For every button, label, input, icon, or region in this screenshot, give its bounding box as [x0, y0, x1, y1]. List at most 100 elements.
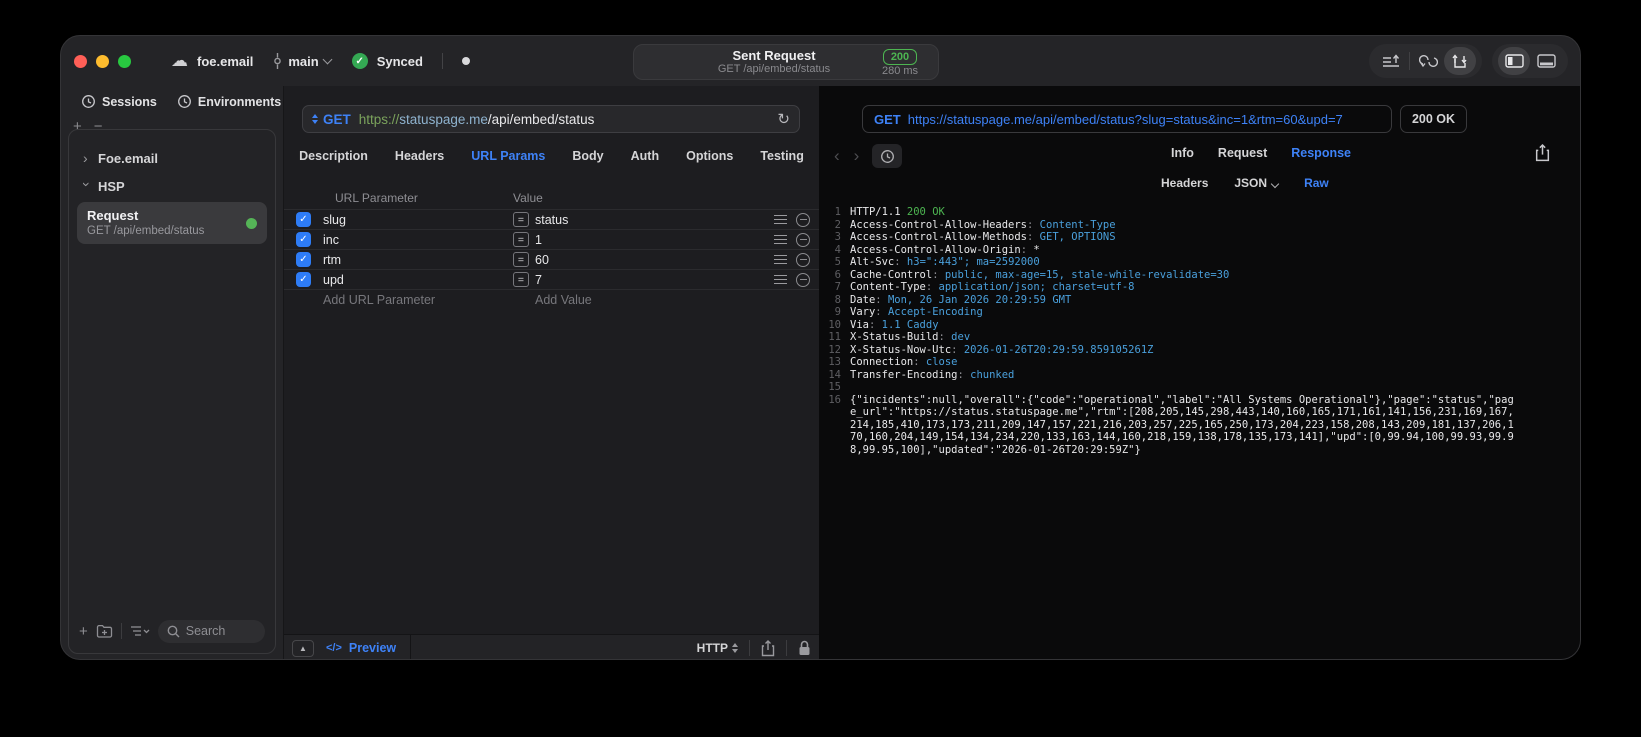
- preview-button[interactable]: </> Preview: [326, 641, 396, 655]
- sent-request-subtitle: GET /api/embed/status: [717, 63, 831, 75]
- request-tab[interactable]: Body: [572, 149, 603, 163]
- share-button[interactable]: [761, 639, 775, 657]
- forward-button[interactable]: ›: [849, 146, 865, 166]
- session-tree: › Foe.email › HSP Request GET /api/embed…: [69, 130, 275, 244]
- url-path[interactable]: /api/embed/status: [488, 112, 595, 127]
- response-tab[interactable]: Info: [1171, 146, 1194, 160]
- code-line: 10 Via: 1.1 Caddy: [828, 318, 939, 331]
- remove-param-button[interactable]: [796, 272, 810, 287]
- project-name[interactable]: foe.email: [197, 54, 253, 69]
- url-scheme[interactable]: https://: [359, 112, 400, 127]
- preview-label: Preview: [348, 641, 397, 655]
- sidebar-tabs: Sessions Environments: [81, 94, 281, 109]
- tree-item-foe-email[interactable]: › Foe.email: [77, 144, 267, 172]
- subtab-headers[interactable]: Headers: [1161, 176, 1208, 190]
- param-value-field[interactable]: 1: [535, 233, 774, 247]
- request-tab[interactable]: URL Params: [471, 149, 545, 163]
- zoom-window-button[interactable]: [118, 55, 131, 68]
- chevron-expanded-icon: ›: [79, 182, 95, 187]
- sent-request-status-pill[interactable]: Sent Request GET /api/embed/status 200 2…: [633, 44, 939, 80]
- subtab-raw[interactable]: Raw: [1304, 176, 1329, 190]
- sync-pull-button[interactable]: [1412, 47, 1444, 75]
- request-tab[interactable]: Auth: [631, 149, 659, 163]
- code-line: 3 Access-Control-Allow-Methods: GET, OPTI…: [834, 231, 1116, 243]
- import-export-button[interactable]: [1444, 47, 1476, 75]
- toggle-bottom-panel-button[interactable]: [1530, 47, 1562, 75]
- param-enabled-checkbox[interactable]: ✓: [296, 252, 311, 267]
- add-param-name-field[interactable]: Add URL Parameter: [323, 293, 513, 307]
- sidebar-tab[interactable]: Environments: [177, 94, 281, 109]
- param-name-field[interactable]: upd: [323, 273, 513, 287]
- response-body[interactable]: 1 HTTP/1.1 200 OK 2 Access-Control-Allow-He…: [819, 206, 1559, 456]
- drag-handle-icon[interactable]: [774, 215, 787, 224]
- code-line: 11 X-Status-Build: dev: [828, 331, 971, 343]
- param-value-field[interactable]: 7: [535, 273, 774, 287]
- new-folder-button[interactable]: [96, 624, 113, 638]
- toggle-left-sidebar-button[interactable]: [1498, 47, 1530, 75]
- chevron-down-icon: [322, 54, 333, 65]
- export-response-button[interactable]: [1535, 144, 1550, 162]
- tree-item-label: Foe.email: [98, 150, 158, 166]
- sent-request-url-box[interactable]: GET https://statuspage.me/api/embed/stat…: [862, 105, 1392, 133]
- response-status-box: 200 OK: [1400, 105, 1467, 133]
- code-line: 7 Content-Type: application/json; charset…: [834, 281, 1135, 293]
- request-tab[interactable]: Testing: [760, 149, 804, 163]
- lock-button[interactable]: [798, 640, 811, 656]
- remove-param-button[interactable]: [796, 252, 810, 267]
- code-line: 12 X-Status-Now-Utc: 2026-01-26T20:29:59.…: [828, 343, 1154, 356]
- import-export-icon: [1452, 53, 1467, 68]
- param-name-field[interactable]: slug: [323, 213, 513, 227]
- code-line: 2 Access-Control-Allow-Headers: Content-T…: [834, 218, 1116, 231]
- protocol-selector[interactable]: HTTP: [697, 641, 738, 655]
- request-tab[interactable]: Description: [299, 149, 368, 163]
- request-tab[interactable]: Headers: [395, 149, 444, 163]
- request-list-item-selected[interactable]: Request GET /api/embed/status: [77, 202, 267, 244]
- request-method[interactable]: GET: [323, 112, 351, 127]
- collapse-panel-button[interactable]: ▲: [292, 639, 314, 657]
- status-code-badge: 200: [882, 48, 918, 65]
- url-host[interactable]: statuspage.me: [399, 112, 488, 127]
- param-enabled-checkbox[interactable]: ✓: [296, 212, 311, 227]
- param-row: ✓ upd = 7: [284, 269, 819, 289]
- subtab-json[interactable]: JSON: [1234, 176, 1280, 190]
- history-button[interactable]: [872, 144, 903, 168]
- request-tab[interactable]: Options: [686, 149, 733, 163]
- param-name-field[interactable]: inc: [323, 233, 513, 247]
- remove-param-button[interactable]: [796, 212, 810, 227]
- search-input[interactable]: Search: [157, 619, 265, 643]
- param-name-field[interactable]: rtm: [323, 253, 513, 267]
- request-url-bar[interactable]: GET https://statuspage.me/api/embed/stat…: [302, 105, 800, 133]
- drag-handle-icon[interactable]: [774, 255, 787, 264]
- param-value-field[interactable]: 60: [535, 253, 774, 267]
- sync-tools-pill: [1369, 44, 1482, 78]
- minimize-window-button[interactable]: [96, 55, 109, 68]
- param-row: ✓ inc = 1: [284, 229, 819, 249]
- drag-handle-icon[interactable]: [774, 275, 787, 284]
- param-row-actions: [774, 252, 819, 267]
- new-request-button[interactable]: +: [79, 623, 88, 640]
- code-line: 6 Cache-Control: public, max-age=15, stal…: [834, 268, 1230, 281]
- branch-selector[interactable]: main: [272, 53, 333, 69]
- sidebar-tab[interactable]: Sessions: [81, 94, 157, 109]
- param-enabled-checkbox[interactable]: ✓: [296, 232, 311, 247]
- drag-handle-icon[interactable]: [774, 235, 787, 244]
- params-table-header: URL Parameter Value: [284, 191, 819, 209]
- remove-param-button[interactable]: [796, 232, 810, 247]
- back-button[interactable]: ‹: [829, 146, 845, 166]
- param-enabled-checkbox[interactable]: ✓: [296, 272, 311, 287]
- add-param-value-field[interactable]: Add Value: [535, 293, 819, 307]
- response-tab[interactable]: Response: [1291, 146, 1351, 160]
- footer-divider: [410, 634, 412, 659]
- unsaved-indicator-dot: [461, 57, 470, 65]
- close-window-button[interactable]: [74, 55, 87, 68]
- method-stepper-icon[interactable]: [312, 114, 318, 124]
- tree-item-hsp[interactable]: › HSP: [77, 172, 267, 200]
- param-value-field[interactable]: status: [535, 213, 774, 227]
- code-line: 5 Alt-Svc: h3=":443"; ma=2592000: [834, 256, 1040, 268]
- send-request-icon[interactable]: ↻: [777, 110, 790, 128]
- sessions-panel: › Foe.email › HSP Request GET /api/embed…: [68, 129, 276, 654]
- code-line: 9 Vary: Accept-Encoding: [834, 306, 983, 318]
- commit-changes-button[interactable]: [1375, 47, 1407, 75]
- response-tab[interactable]: Request: [1218, 146, 1267, 160]
- sort-options-button[interactable]: [130, 625, 150, 637]
